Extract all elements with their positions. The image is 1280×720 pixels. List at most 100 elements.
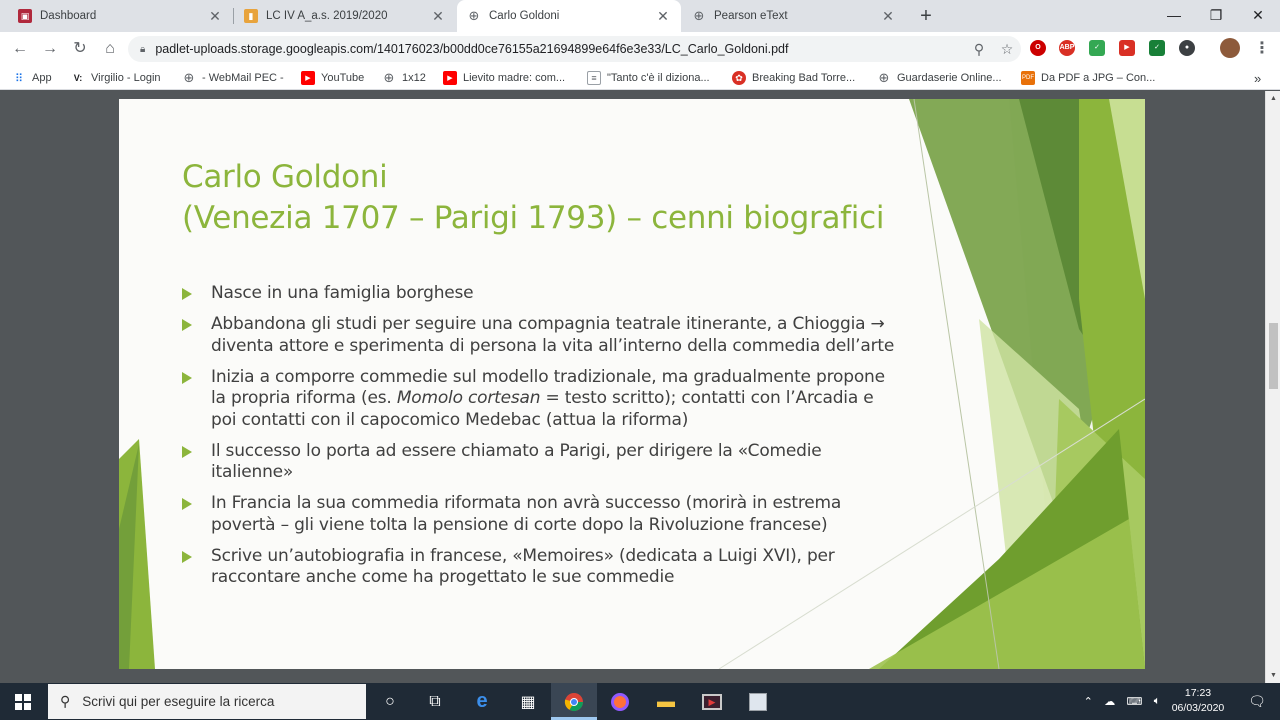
vertical-scrollbar[interactable]: ▲ ▼ bbox=[1265, 91, 1280, 683]
bullet-item: In Francia la sua commedia riformata non… bbox=[182, 493, 902, 536]
bookmark-youtube[interactable]: ▶ YouTube bbox=[301, 70, 364, 86]
taskbar-clock[interactable]: 17:23 06/03/2020 bbox=[1166, 686, 1230, 716]
new-tab-button[interactable]: + bbox=[914, 4, 938, 28]
youtube-icon: ▶ bbox=[443, 71, 457, 85]
tab-strip: ▣ Dashboard ✕ ▮ LC IV A_a.s. 2019/2020 ✕… bbox=[0, 0, 1280, 32]
bookmark-1x12[interactable]: ⊕ 1x12 bbox=[382, 70, 426, 86]
taskbar-search-box[interactable]: ⚲ Scrivi qui per eseguire la ricerca bbox=[48, 684, 366, 719]
calculator-icon[interactable]: ▦ bbox=[505, 683, 551, 720]
search-icon[interactable]: ⚲ bbox=[965, 41, 993, 58]
opera-extension-icon[interactable]: O bbox=[1030, 40, 1046, 56]
edge-icon[interactable]: e bbox=[459, 683, 505, 720]
scroll-up-arrow-icon[interactable]: ▲ bbox=[1269, 95, 1278, 102]
bookmark-star-icon[interactable]: ☆ bbox=[993, 41, 1021, 58]
bullet-item: Abbandona gli studi per seguire una comp… bbox=[182, 314, 902, 357]
chrome-taskbar-icon[interactable] bbox=[551, 683, 597, 720]
bookmark-label: "Tanto c'è il diziona... bbox=[607, 72, 710, 84]
speaker-icon[interactable]: 🔈︎ bbox=[1154, 695, 1161, 708]
bookmark-pdf-jpg[interactable]: PDF Da PDF a JPG – Con... bbox=[1021, 70, 1155, 86]
bullet-arrow-icon bbox=[182, 550, 192, 563]
scroll-down-arrow-icon[interactable]: ▼ bbox=[1269, 672, 1278, 679]
start-button[interactable] bbox=[0, 683, 46, 720]
menu-icon[interactable]: ⋮ bbox=[1250, 37, 1274, 61]
bookmarks-bar: ⠿ App V: Virgilio - Login ⊕ - WebMail PE… bbox=[0, 66, 1280, 90]
slide-title-line1: Carlo Goldoni bbox=[182, 159, 388, 195]
close-icon[interactable]: ✕ bbox=[430, 8, 446, 25]
tab-dashboard[interactable]: ▣ Dashboard ✕ bbox=[8, 0, 233, 32]
tab-title: Carlo Goldoni bbox=[489, 10, 560, 22]
app-icon[interactable] bbox=[735, 683, 781, 720]
cortana-icon[interactable]: ○ bbox=[367, 683, 413, 720]
minimize-button[interactable]: — bbox=[1154, 0, 1194, 32]
profile-avatar[interactable] bbox=[1220, 38, 1240, 58]
tab-lc-iv[interactable]: ▮ LC IV A_a.s. 2019/2020 ✕ bbox=[234, 0, 456, 32]
chrome-icon bbox=[564, 692, 583, 711]
video-extension-icon[interactable]: ▶ bbox=[1119, 40, 1135, 56]
bookmark-label: Virgilio - Login bbox=[91, 72, 161, 84]
bullet-text: Scrive un’autobiografia in francese, «Me… bbox=[211, 545, 835, 588]
bullet-list: Nasce in una famiglia borghese Abbandona… bbox=[182, 283, 902, 598]
screen: ▣ Dashboard ✕ ▮ LC IV A_a.s. 2019/2020 ✕… bbox=[0, 0, 1280, 720]
close-icon[interactable]: ✕ bbox=[655, 8, 671, 25]
keyboard-icon[interactable]: ⌨ bbox=[1127, 695, 1143, 708]
task-view-icon[interactable]: ⧉ bbox=[412, 683, 458, 720]
shield-extension-icon[interactable]: ✓ bbox=[1089, 40, 1105, 56]
lock-icon[interactable]: 🔒︎ bbox=[140, 44, 145, 55]
bullet-text-italic: Momolo cortesan bbox=[396, 388, 541, 408]
firefox-icon[interactable] bbox=[597, 683, 643, 720]
tab-title: Dashboard bbox=[40, 10, 97, 22]
bullet-item: Nasce in una famiglia borghese bbox=[182, 283, 902, 305]
slide-title: Carlo Goldoni (Venezia 1707 – Parigi 179… bbox=[182, 157, 884, 239]
puzzle-extension-icon[interactable]: ● bbox=[1179, 40, 1195, 56]
forward-button[interactable]: → bbox=[38, 37, 62, 61]
close-icon[interactable]: ✕ bbox=[207, 8, 223, 25]
bookmark-breaking-bad[interactable]: ✿ Breaking Bad Torre... bbox=[732, 70, 855, 86]
bookmark-webmail-pec[interactable]: ⊕ - WebMail PEC - bbox=[182, 70, 284, 86]
sync-extension-icon[interactable]: ✓ bbox=[1149, 40, 1165, 56]
dashboard-favicon: ▣ bbox=[18, 9, 32, 23]
media-player-icon[interactable]: ▶ bbox=[689, 683, 735, 720]
bullet-arrow-icon bbox=[182, 319, 192, 331]
bookmark-label: - WebMail PEC - bbox=[202, 72, 284, 84]
url-text[interactable]: padlet-uploads.storage.googleapis.com/14… bbox=[155, 42, 965, 56]
bookmark-tanto-dizionario[interactable]: ≡ "Tanto c'è il diziona... bbox=[587, 70, 710, 86]
bookmarks-more-button[interactable]: » bbox=[1254, 70, 1261, 86]
reload-button[interactable]: ↻ bbox=[68, 37, 92, 61]
cloud-icon[interactable]: ☁ bbox=[1104, 695, 1115, 708]
chevron-up-icon[interactable]: ⌃ bbox=[1084, 695, 1093, 708]
padlet-favicon: ▮ bbox=[244, 9, 258, 23]
browser-toolbar: ← → ↻ ⌂ 🔒︎ padlet-uploads.storage.google… bbox=[0, 32, 1280, 66]
pdf-icon: PDF bbox=[1021, 71, 1035, 85]
scrollbar-thumb[interactable] bbox=[1269, 323, 1278, 389]
globe-icon: ⊕ bbox=[383, 70, 395, 85]
globe-icon: ⊕ bbox=[183, 70, 195, 85]
youtube-icon: ▶ bbox=[301, 71, 315, 85]
close-window-button[interactable]: ✕ bbox=[1238, 0, 1278, 32]
bullet-text: Il successo lo porta ad essere chiamato … bbox=[211, 440, 822, 483]
back-button[interactable]: ← bbox=[8, 37, 32, 61]
restore-button[interactable]: ❐ bbox=[1196, 0, 1236, 32]
windows-taskbar: ⚲ Scrivi qui per eseguire la ricerca ○ ⧉… bbox=[0, 683, 1280, 720]
pdf-page: Carlo Goldoni (Venezia 1707 – Parigi 179… bbox=[119, 99, 1145, 669]
bookmark-app[interactable]: ⠿ App bbox=[12, 70, 52, 86]
file-explorer-icon[interactable]: ▬ bbox=[643, 683, 689, 720]
notifications-icon[interactable]: 🗨︎ bbox=[1234, 683, 1280, 720]
clock-time: 17:23 bbox=[1184, 687, 1212, 699]
torrent-icon: ✿ bbox=[732, 71, 746, 85]
tab-carlo-goldoni[interactable]: ⊕ Carlo Goldoni ✕ bbox=[457, 0, 681, 32]
globe-icon: ⊕ bbox=[878, 70, 890, 85]
virgilio-icon: V: bbox=[73, 73, 83, 83]
address-bar[interactable]: 🔒︎ padlet-uploads.storage.googleapis.com… bbox=[128, 36, 1021, 62]
clock-date: 06/03/2020 bbox=[1171, 702, 1225, 714]
adblock-extension-icon[interactable]: ABP bbox=[1059, 40, 1075, 56]
bullet-text: Abbandona gli studi per seguire una comp… bbox=[211, 314, 895, 356]
bookmark-lievito-madre[interactable]: ▶ Lievito madre: com... bbox=[443, 70, 565, 86]
home-button[interactable]: ⌂ bbox=[98, 37, 122, 61]
pdf-viewer[interactable]: Carlo Goldoni (Venezia 1707 – Parigi 179… bbox=[0, 91, 1280, 683]
bookmark-guardaserie[interactable]: ⊕ Guardaserie Online... bbox=[877, 70, 1002, 86]
bullet-arrow-icon bbox=[182, 445, 192, 458]
tab-pearson-etext[interactable]: ⊕ Pearson eText ✕ bbox=[682, 0, 906, 32]
bookmark-virgilio[interactable]: V: Virgilio - Login bbox=[71, 70, 161, 86]
close-icon[interactable]: ✕ bbox=[880, 8, 896, 25]
system-tray: ⌃ ☁ ⌨ 🔈︎ bbox=[1078, 683, 1166, 720]
